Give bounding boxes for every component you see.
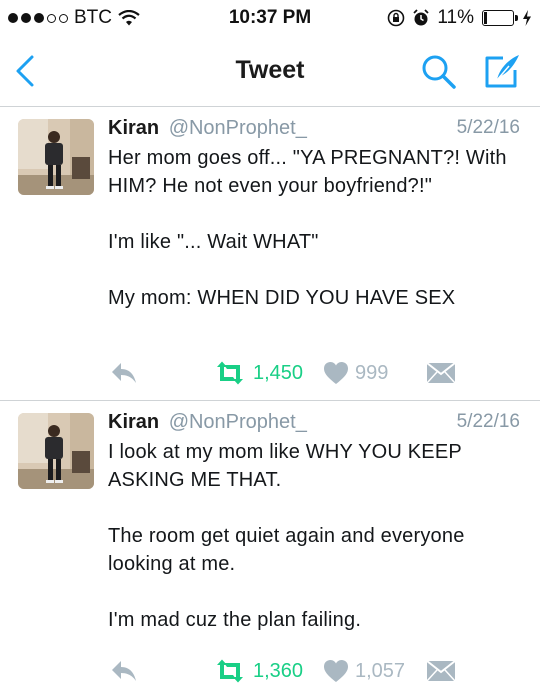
like-button[interactable]: 999 <box>323 361 388 385</box>
tweet-date: 5/22/16 <box>456 117 520 138</box>
tweet-paragraph: I look at my mom like WHY YOU KEEP ASKIN… <box>108 441 462 491</box>
tweet-date: 5/22/16 <box>456 411 520 432</box>
envelope-icon <box>426 362 456 384</box>
tweet-text: Her mom goes off... "YA PREGNANT?! With … <box>108 144 518 312</box>
heart-icon <box>324 660 348 682</box>
display-name[interactable]: Kiran <box>108 411 159 433</box>
battery-tip <box>515 15 518 21</box>
battery-percent: 11% <box>437 7 474 28</box>
tweet[interactable]: Kiran @NonProphet_ 5/22/16 Her mom goes … <box>0 107 540 401</box>
search-button[interactable] <box>421 54 457 90</box>
tweet-paragraph: I'm like "... Wait WHAT" <box>108 231 319 253</box>
retweet-button[interactable]: 1,450 <box>213 361 303 385</box>
like-count: 999 <box>355 361 389 384</box>
envelope-icon <box>426 660 456 682</box>
battery-level <box>484 12 487 24</box>
tweet-text: I look at my mom like WHY YOU KEEP ASKIN… <box>108 438 518 634</box>
rotation-lock-icon <box>387 9 405 27</box>
tweet-header: Kiran @NonProphet_ 5/22/16 <box>108 117 520 143</box>
retweet-count: 1,360 <box>253 659 304 682</box>
status-bar: BTC 10:37 PM 11% <box>0 0 540 36</box>
user-handle[interactable]: @NonProphet_ <box>169 411 307 433</box>
tweet-actions: 1,360 1,057 <box>108 656 520 686</box>
avatar[interactable] <box>18 119 94 195</box>
compose-icon <box>485 55 519 88</box>
reply-icon <box>112 661 136 681</box>
search-icon <box>422 55 456 89</box>
reply-button[interactable] <box>110 361 138 385</box>
tweet-header: Kiran @NonProphet_ 5/22/16 <box>108 411 520 437</box>
retweet-button[interactable]: 1,360 <box>213 659 303 683</box>
direct-message-button[interactable] <box>426 362 456 384</box>
page-title: Tweet <box>235 56 305 84</box>
reply-button[interactable] <box>110 659 138 683</box>
reply-icon <box>112 363 136 383</box>
retweet-count: 1,450 <box>253 361 304 384</box>
direct-message-button[interactable] <box>426 660 456 682</box>
charging-icon <box>522 10 532 26</box>
compose-button[interactable] <box>483 52 523 90</box>
like-button[interactable]: 1,057 <box>323 659 405 683</box>
like-count: 1,057 <box>355 659 406 682</box>
retweet-icon <box>217 361 243 385</box>
tweet-paragraph: Her mom goes off... "YA PREGNANT?! With … <box>108 147 507 197</box>
battery-icon <box>482 10 518 26</box>
navigation-bar: Tweet <box>0 36 540 107</box>
status-right: 11% <box>387 7 532 29</box>
tweet-paragraph: The room get quiet again and everyone lo… <box>108 525 465 575</box>
heart-icon <box>324 362 348 384</box>
tweet-actions: 1,450 999 <box>108 358 520 388</box>
tweet[interactable]: Kiran @NonProphet_ 5/22/16 I look at my … <box>0 401 540 697</box>
retweet-icon <box>217 659 243 683</box>
avatar[interactable] <box>18 413 94 489</box>
tweet-paragraph: My mom: WHEN DID YOU HAVE SEX <box>108 287 456 309</box>
tweet-paragraph: I'm mad cuz the plan failing. <box>108 609 362 631</box>
display-name[interactable]: Kiran <box>108 117 159 139</box>
user-handle[interactable]: @NonProphet_ <box>169 117 307 139</box>
alarm-icon <box>413 9 430 27</box>
